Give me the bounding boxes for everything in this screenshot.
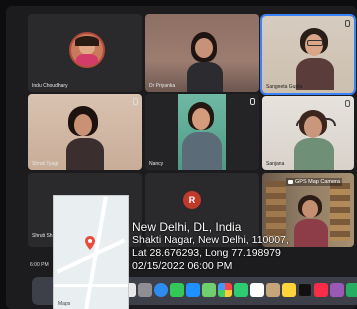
camera-icon — [288, 180, 293, 184]
contacts-icon[interactable] — [266, 283, 280, 297]
gps-city: New Delhi, DL, India — [132, 220, 242, 234]
maps-icon[interactable] — [202, 283, 216, 297]
participant-tile[interactable]: Dr Priyanka — [145, 14, 259, 92]
maps-credit: Maps — [58, 301, 71, 307]
notes-icon[interactable] — [282, 283, 296, 297]
participant-video — [294, 195, 328, 247]
clock-text: 6:00 PM — [30, 262, 49, 268]
calendar-icon[interactable] — [250, 283, 264, 297]
gps-datetime: 02/15/2022 06:00 PM — [132, 260, 233, 272]
launchpad-icon[interactable] — [138, 283, 152, 297]
participant-tile[interactable]: Shruti Tyagi — [28, 94, 142, 170]
participant-name: Sangeeta Gupta — [266, 84, 303, 90]
participant-name: Nancy — [149, 161, 164, 167]
photos-icon[interactable] — [218, 283, 232, 297]
participant-name: Sanjana — [266, 161, 285, 167]
music-icon[interactable] — [314, 283, 328, 297]
participant-name: Shruti Tyagi — [32, 161, 59, 167]
tv-icon[interactable] — [298, 283, 312, 297]
participant-tile[interactable]: Sangeeta Gupta — [260, 14, 356, 95]
participant-tile[interactable]: Sanjana — [262, 96, 354, 170]
participant-name: Indu Choudhary — [32, 83, 68, 89]
gps-coordinates: Lat 28.676293, Long 77.198979 — [132, 247, 281, 259]
participant-initial-badge: R — [183, 191, 201, 209]
gps-overlay-text: New Delhi, DL, India Shakti Nagar, New D… — [132, 220, 289, 273]
participant-avatar — [69, 32, 105, 68]
facetime-icon[interactable] — [234, 283, 248, 297]
participant-video — [185, 32, 225, 92]
gps-address: Shakti Nagar, New Delhi, 110007, — [132, 234, 289, 246]
participant-tile[interactable]: Indu Choudhary — [28, 14, 142, 92]
gps-map-thumbnail: Maps — [53, 195, 129, 309]
participant-video — [64, 106, 106, 170]
participant-name: Shruti Sh — [32, 233, 53, 239]
meeting-screen: Indu Choudhary Dr Priyanka Sangeeta Gupt… — [6, 6, 357, 309]
messages-icon[interactable] — [170, 283, 184, 297]
participant-name: Dr Priyanka — [149, 83, 176, 89]
gps-camera-label: GPS Map Camera — [286, 178, 342, 186]
numbers-icon[interactable] — [346, 283, 357, 297]
mail-icon[interactable] — [186, 283, 200, 297]
location-pin-icon — [85, 236, 95, 250]
participant-tile[interactable]: Nancy — [145, 94, 259, 170]
participant-video — [182, 102, 222, 170]
participant-video — [296, 28, 336, 90]
participant-video — [292, 108, 336, 170]
safari-icon[interactable] — [154, 283, 168, 297]
podcasts-icon[interactable] — [330, 283, 344, 297]
